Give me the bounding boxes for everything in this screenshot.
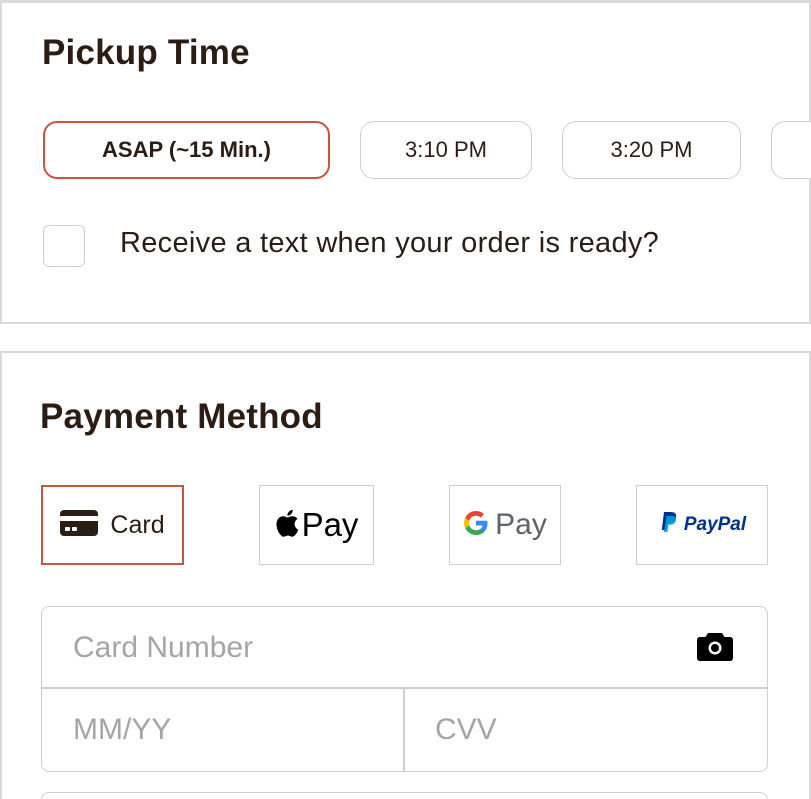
payment-method-title: Payment Method [40, 397, 323, 436]
paypal-label: PayPal [683, 514, 747, 535]
google-logo-icon [463, 510, 489, 541]
apple-pay-label: Pay [301, 506, 359, 543]
next-field-stub [41, 792, 768, 799]
card-number-input[interactable] [73, 627, 633, 669]
pickup-option-next[interactable] [771, 121, 811, 179]
credit-card-icon [60, 509, 99, 541]
card-form-column-divider [403, 687, 405, 771]
camera-icon[interactable] [697, 631, 733, 666]
apple-logo-icon [275, 508, 299, 543]
pickup-option-label: ASAP (~15 Min.) [102, 137, 271, 162]
pickup-option-label: 3:20 PM [610, 137, 693, 162]
cvv-input[interactable] [435, 709, 735, 751]
paypal-logo-icon [658, 511, 678, 540]
payment-option-google-pay[interactable]: Pay [449, 485, 561, 565]
payment-option-paypal[interactable]: PayPal [636, 485, 768, 565]
pickup-option-label: 3:10 PM [405, 137, 487, 162]
pickup-option-asap[interactable]: ASAP (~15 Min.) [43, 121, 330, 179]
google-pay-label: Pay [495, 508, 547, 541]
payment-option-card[interactable]: Card [41, 485, 184, 565]
card-details-form [41, 606, 768, 772]
text-notification-label: Receive a text when your order is ready? [120, 227, 660, 259]
card-form-row-divider [42, 687, 767, 689]
pickup-option-310[interactable]: 3:10 PM [360, 121, 532, 179]
pickup-option-320[interactable]: 3:20 PM [562, 121, 741, 179]
text-notification-checkbox[interactable] [43, 225, 85, 267]
expiry-date-input[interactable] [73, 709, 373, 751]
payment-option-apple-pay[interactable]: Pay [259, 485, 374, 565]
payment-option-card-label: Card [110, 510, 165, 539]
pickup-time-title: Pickup Time [42, 33, 250, 72]
pickup-time-section: Pickup Time ASAP (~15 Min.) 3:10 PM 3:20… [0, 0, 811, 324]
